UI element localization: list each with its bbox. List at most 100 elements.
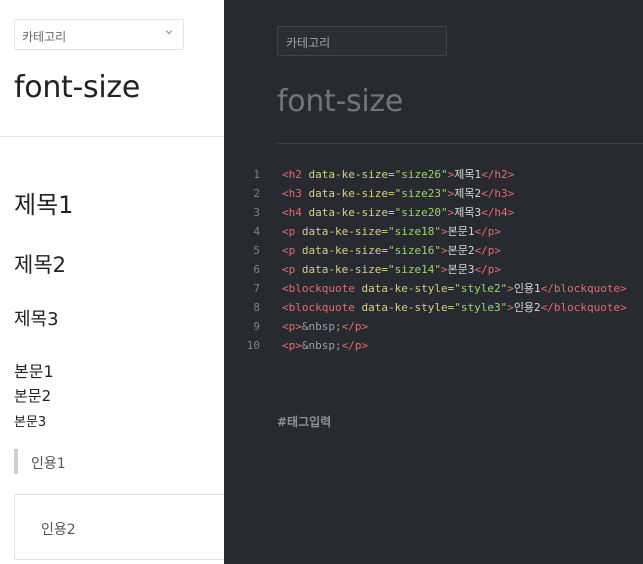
code-token: "style2" <box>454 282 508 295</box>
code-line[interactable]: 2 <h3 data-ke-size="size23">제목2</h3> <box>224 184 643 203</box>
code-token: </p> <box>474 263 501 276</box>
code-text: <blockquote data-ke-style="style2">인용1</… <box>282 279 627 298</box>
code-token: &nbsp; <box>301 320 342 333</box>
code-token: <p <box>282 225 302 238</box>
code-token: </h2> <box>481 168 515 181</box>
editor-title-input[interactable]: font-size <box>277 84 403 119</box>
code-token: <blockquote <box>282 301 362 314</box>
code-line[interactable]: 6 <p data-ke-size="size14">본문3</p> <box>224 260 643 279</box>
code-token: 제목2 <box>454 187 482 200</box>
code-text: <p data-ke-size="size18">본문1</p> <box>282 222 501 241</box>
code-token: <h3 <box>282 187 309 200</box>
code-text: <p data-ke-size="size16">본문2</p> <box>282 241 501 260</box>
heading-1[interactable]: 제목1 <box>14 185 73 220</box>
code-line[interactable]: 10 <p>&nbsp;</p> <box>224 336 643 355</box>
code-token: &nbsp; <box>301 339 342 352</box>
blockquote-style3[interactable]: 인용2 <box>14 494 224 560</box>
code-line[interactable]: 7 <blockquote data-ke-style="style2">인용1<… <box>224 279 643 298</box>
code-text: <h2 data-ke-size="size26">제목1</h2> <box>282 165 514 184</box>
chevron-down-icon <box>165 30 173 35</box>
code-line[interactable]: 3 <h4 data-ke-size="size20">제목3</h4> <box>224 203 643 222</box>
code-text: <blockquote data-ke-style="style3">인용2</… <box>282 298 627 317</box>
body-3[interactable]: 본문3 <box>14 411 46 430</box>
line-number: 2 <box>253 187 260 200</box>
code-token: data-ke-size= <box>308 187 395 200</box>
code-token: 제목3 <box>454 206 482 219</box>
code-token: data-ke-size= <box>308 206 395 219</box>
code-token: data-ke-style= <box>361 301 455 314</box>
code-token: <blockquote <box>282 282 362 295</box>
code-token: "style3" <box>454 301 508 314</box>
code-token: <h4 <box>282 206 309 219</box>
code-token: </blockquote> <box>540 301 627 314</box>
line-number: 9 <box>253 320 260 333</box>
code-text: <h3 data-ke-size="size23">제목2</h3> <box>282 184 514 203</box>
code-editor[interactable]: 1 <h2 data-ke-size="size26">제목1</h2> 2 <h3 … <box>224 165 643 355</box>
code-line[interactable]: 5 <p data-ke-size="size16">본문2</p> <box>224 241 643 260</box>
code-token: "size16" <box>387 244 441 257</box>
line-number: 5 <box>253 244 260 257</box>
line-number: 10 <box>246 339 260 352</box>
code-token: <h2 <box>282 168 309 181</box>
code-token: </p> <box>474 225 501 238</box>
heading-2[interactable]: 제목2 <box>14 249 66 279</box>
editor-title-divider <box>277 143 643 144</box>
code-text: <p>&nbsp;</p> <box>282 336 368 355</box>
html-editor-panel: 카테고리 font-size 1 <h2 data-ke-size="size26… <box>224 0 643 564</box>
code-token: <p> <box>282 339 302 352</box>
post-title[interactable]: font-size <box>14 70 140 105</box>
tag-input[interactable]: #태그입력 <box>277 413 331 430</box>
heading-3[interactable]: 제목3 <box>14 305 59 331</box>
code-token: 본문2 <box>447 244 475 257</box>
code-token: 인용2 <box>513 301 541 314</box>
title-divider <box>0 136 224 137</box>
code-line[interactable]: 4 <p data-ke-size="size18">본문1</p> <box>224 222 643 241</box>
code-token: </p> <box>341 320 369 333</box>
code-token: 본문3 <box>447 263 475 276</box>
line-number: 7 <box>253 282 260 295</box>
line-number: 1 <box>253 168 260 181</box>
code-token: > <box>440 225 448 238</box>
code-text: <p>&nbsp;</p> <box>282 317 368 336</box>
preview-panel: 카테고리 font-size 제목1 제목2 제목3 본문1 본문2 본문3 인… <box>0 0 224 564</box>
code-token: > <box>440 244 448 257</box>
code-token: > <box>440 263 448 276</box>
code-token: "size23" <box>394 187 448 200</box>
code-token: <p <box>282 244 302 257</box>
line-number: 6 <box>253 263 260 276</box>
body-2[interactable]: 본문2 <box>14 385 51 406</box>
code-token: </p> <box>341 339 369 352</box>
code-token: 제목1 <box>454 168 482 181</box>
code-line[interactable]: 8 <blockquote data-ke-style="style3">인용2<… <box>224 298 643 317</box>
code-token: data-ke-size= <box>308 168 395 181</box>
line-number: 8 <box>253 301 260 314</box>
editor-category-label: 카테고리 <box>286 36 331 50</box>
category-select-label: 카테고리 <box>22 30 67 44</box>
code-token: "size26" <box>394 168 448 181</box>
code-token: </blockquote> <box>540 282 627 295</box>
code-token: </p> <box>474 244 501 257</box>
editor-category-select[interactable]: 카테고리 <box>277 26 447 56</box>
blockquote-style2[interactable]: 인용1 <box>14 449 66 474</box>
code-token: data-ke-size= <box>301 244 388 257</box>
line-number: 3 <box>253 206 260 219</box>
code-token: > <box>507 282 514 295</box>
code-token: "size18" <box>387 225 441 238</box>
category-select[interactable]: 카테고리 <box>14 19 184 50</box>
code-token: data-ke-style= <box>361 282 455 295</box>
code-text: <p data-ke-size="size14">본문3</p> <box>282 260 501 279</box>
code-token: data-ke-size= <box>301 225 388 238</box>
body-1[interactable]: 본문1 <box>14 358 54 382</box>
code-line[interactable]: 9 <p>&nbsp;</p> <box>224 317 643 336</box>
code-token: 인용1 <box>513 282 541 295</box>
code-token: data-ke-size= <box>301 263 388 276</box>
code-token: </h3> <box>481 187 515 200</box>
code-token: "size20" <box>394 206 448 219</box>
code-token: 본문1 <box>447 225 475 238</box>
code-text: <h4 data-ke-size="size20">제목3</h4> <box>282 203 514 222</box>
line-number: 4 <box>253 225 260 238</box>
code-token: </h4> <box>481 206 515 219</box>
code-token: <p> <box>282 320 302 333</box>
code-token: <p <box>282 263 302 276</box>
code-line[interactable]: 1 <h2 data-ke-size="size26">제목1</h2> <box>224 165 643 184</box>
